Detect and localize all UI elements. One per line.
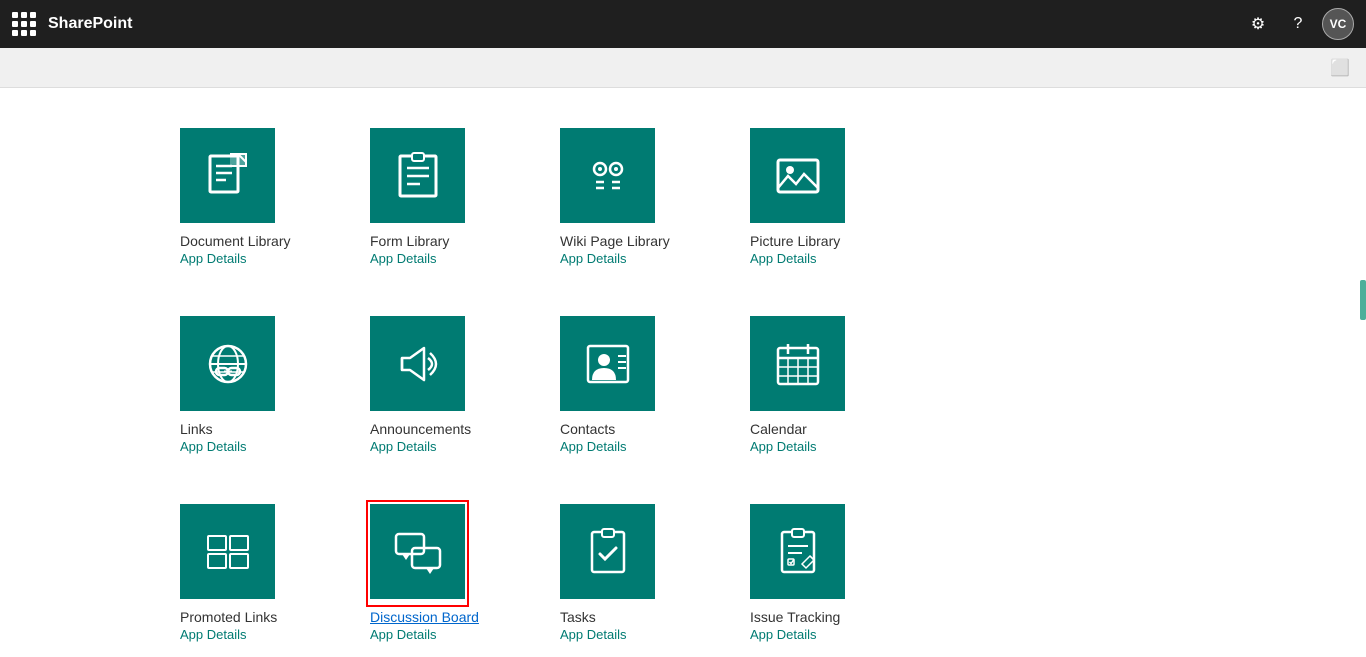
app-name-document-library: Document Library (180, 233, 291, 249)
app-item-issue-tracking[interactable]: Issue Tracking App Details (730, 484, 920, 657)
subbar: ⬜ (0, 48, 1366, 88)
sharepoint-logo: SharePoint (48, 15, 1242, 33)
app-name-calendar: Calendar (750, 421, 807, 437)
app-name-announcements: Announcements (370, 421, 471, 437)
promoted-links-icon (180, 504, 275, 599)
app-item-discussion-board[interactable]: Discussion Board App Details (350, 484, 540, 657)
scroll-indicator (1360, 280, 1366, 320)
app-name-discussion-board: Discussion Board (370, 609, 479, 625)
app-grid: Document Library App Details Form Librar… (160, 98, 1366, 657)
app-details-calendar[interactable]: App Details (750, 439, 816, 454)
main-content: Document Library App Details Form Librar… (0, 88, 1366, 657)
app-item-document-library[interactable]: Document Library App Details (160, 108, 350, 296)
app-details-issue-tracking[interactable]: App Details (750, 627, 816, 642)
discussion-board-icon (370, 504, 465, 599)
app-details-contacts[interactable]: App Details (560, 439, 626, 454)
calendar-icon (750, 316, 845, 411)
topnav-icons: ⚙ ? VC (1242, 8, 1354, 40)
wiki-page-library-icon (560, 128, 655, 223)
discussion-board-wrapper (370, 504, 465, 609)
issue-tracking-icon (750, 504, 845, 599)
app-details-announcements[interactable]: App Details (370, 439, 436, 454)
picture-library-icon (750, 128, 845, 223)
app-name-form-library: Form Library (370, 233, 449, 249)
app-item-links[interactable]: Links App Details (160, 296, 350, 484)
app-details-discussion-board[interactable]: App Details (370, 627, 436, 642)
app-item-wiki-page-library[interactable]: Wiki Page Library App Details (540, 108, 730, 296)
app-details-tasks[interactable]: App Details (560, 627, 626, 642)
apps-launcher-button[interactable] (12, 12, 36, 36)
app-item-promoted-links[interactable]: Promoted Links App Details (160, 484, 350, 657)
form-library-icon (370, 128, 465, 223)
app-name-links: Links (180, 421, 213, 437)
topnav: SharePoint ⚙ ? VC (0, 0, 1366, 48)
app-item-form-library[interactable]: Form Library App Details (350, 108, 540, 296)
tasks-icon (560, 504, 655, 599)
app-details-promoted-links[interactable]: App Details (180, 627, 246, 642)
document-library-icon (180, 128, 275, 223)
app-item-announcements[interactable]: Announcements App Details (350, 296, 540, 484)
help-icon[interactable]: ? (1282, 8, 1314, 40)
app-details-picture-library[interactable]: App Details (750, 251, 816, 266)
announcements-icon (370, 316, 465, 411)
expand-icon[interactable]: ⬜ (1326, 54, 1354, 82)
contacts-icon (560, 316, 655, 411)
settings-icon[interactable]: ⚙ (1242, 8, 1274, 40)
app-name-promoted-links: Promoted Links (180, 609, 277, 625)
app-name-contacts: Contacts (560, 421, 615, 437)
app-details-links[interactable]: App Details (180, 439, 246, 454)
avatar[interactable]: VC (1322, 8, 1354, 40)
app-name-picture-library: Picture Library (750, 233, 840, 249)
app-name-issue-tracking: Issue Tracking (750, 609, 840, 625)
app-item-picture-library[interactable]: Picture Library App Details (730, 108, 920, 296)
app-item-tasks[interactable]: Tasks App Details (540, 484, 730, 657)
app-details-form-library[interactable]: App Details (370, 251, 436, 266)
app-item-contacts[interactable]: Contacts App Details (540, 296, 730, 484)
app-name-tasks: Tasks (560, 609, 596, 625)
app-item-calendar[interactable]: Calendar App Details (730, 296, 920, 484)
links-icon (180, 316, 275, 411)
app-details-wiki-page-library[interactable]: App Details (560, 251, 626, 266)
app-details-document-library[interactable]: App Details (180, 251, 246, 266)
app-name-wiki-page-library: Wiki Page Library (560, 233, 670, 249)
